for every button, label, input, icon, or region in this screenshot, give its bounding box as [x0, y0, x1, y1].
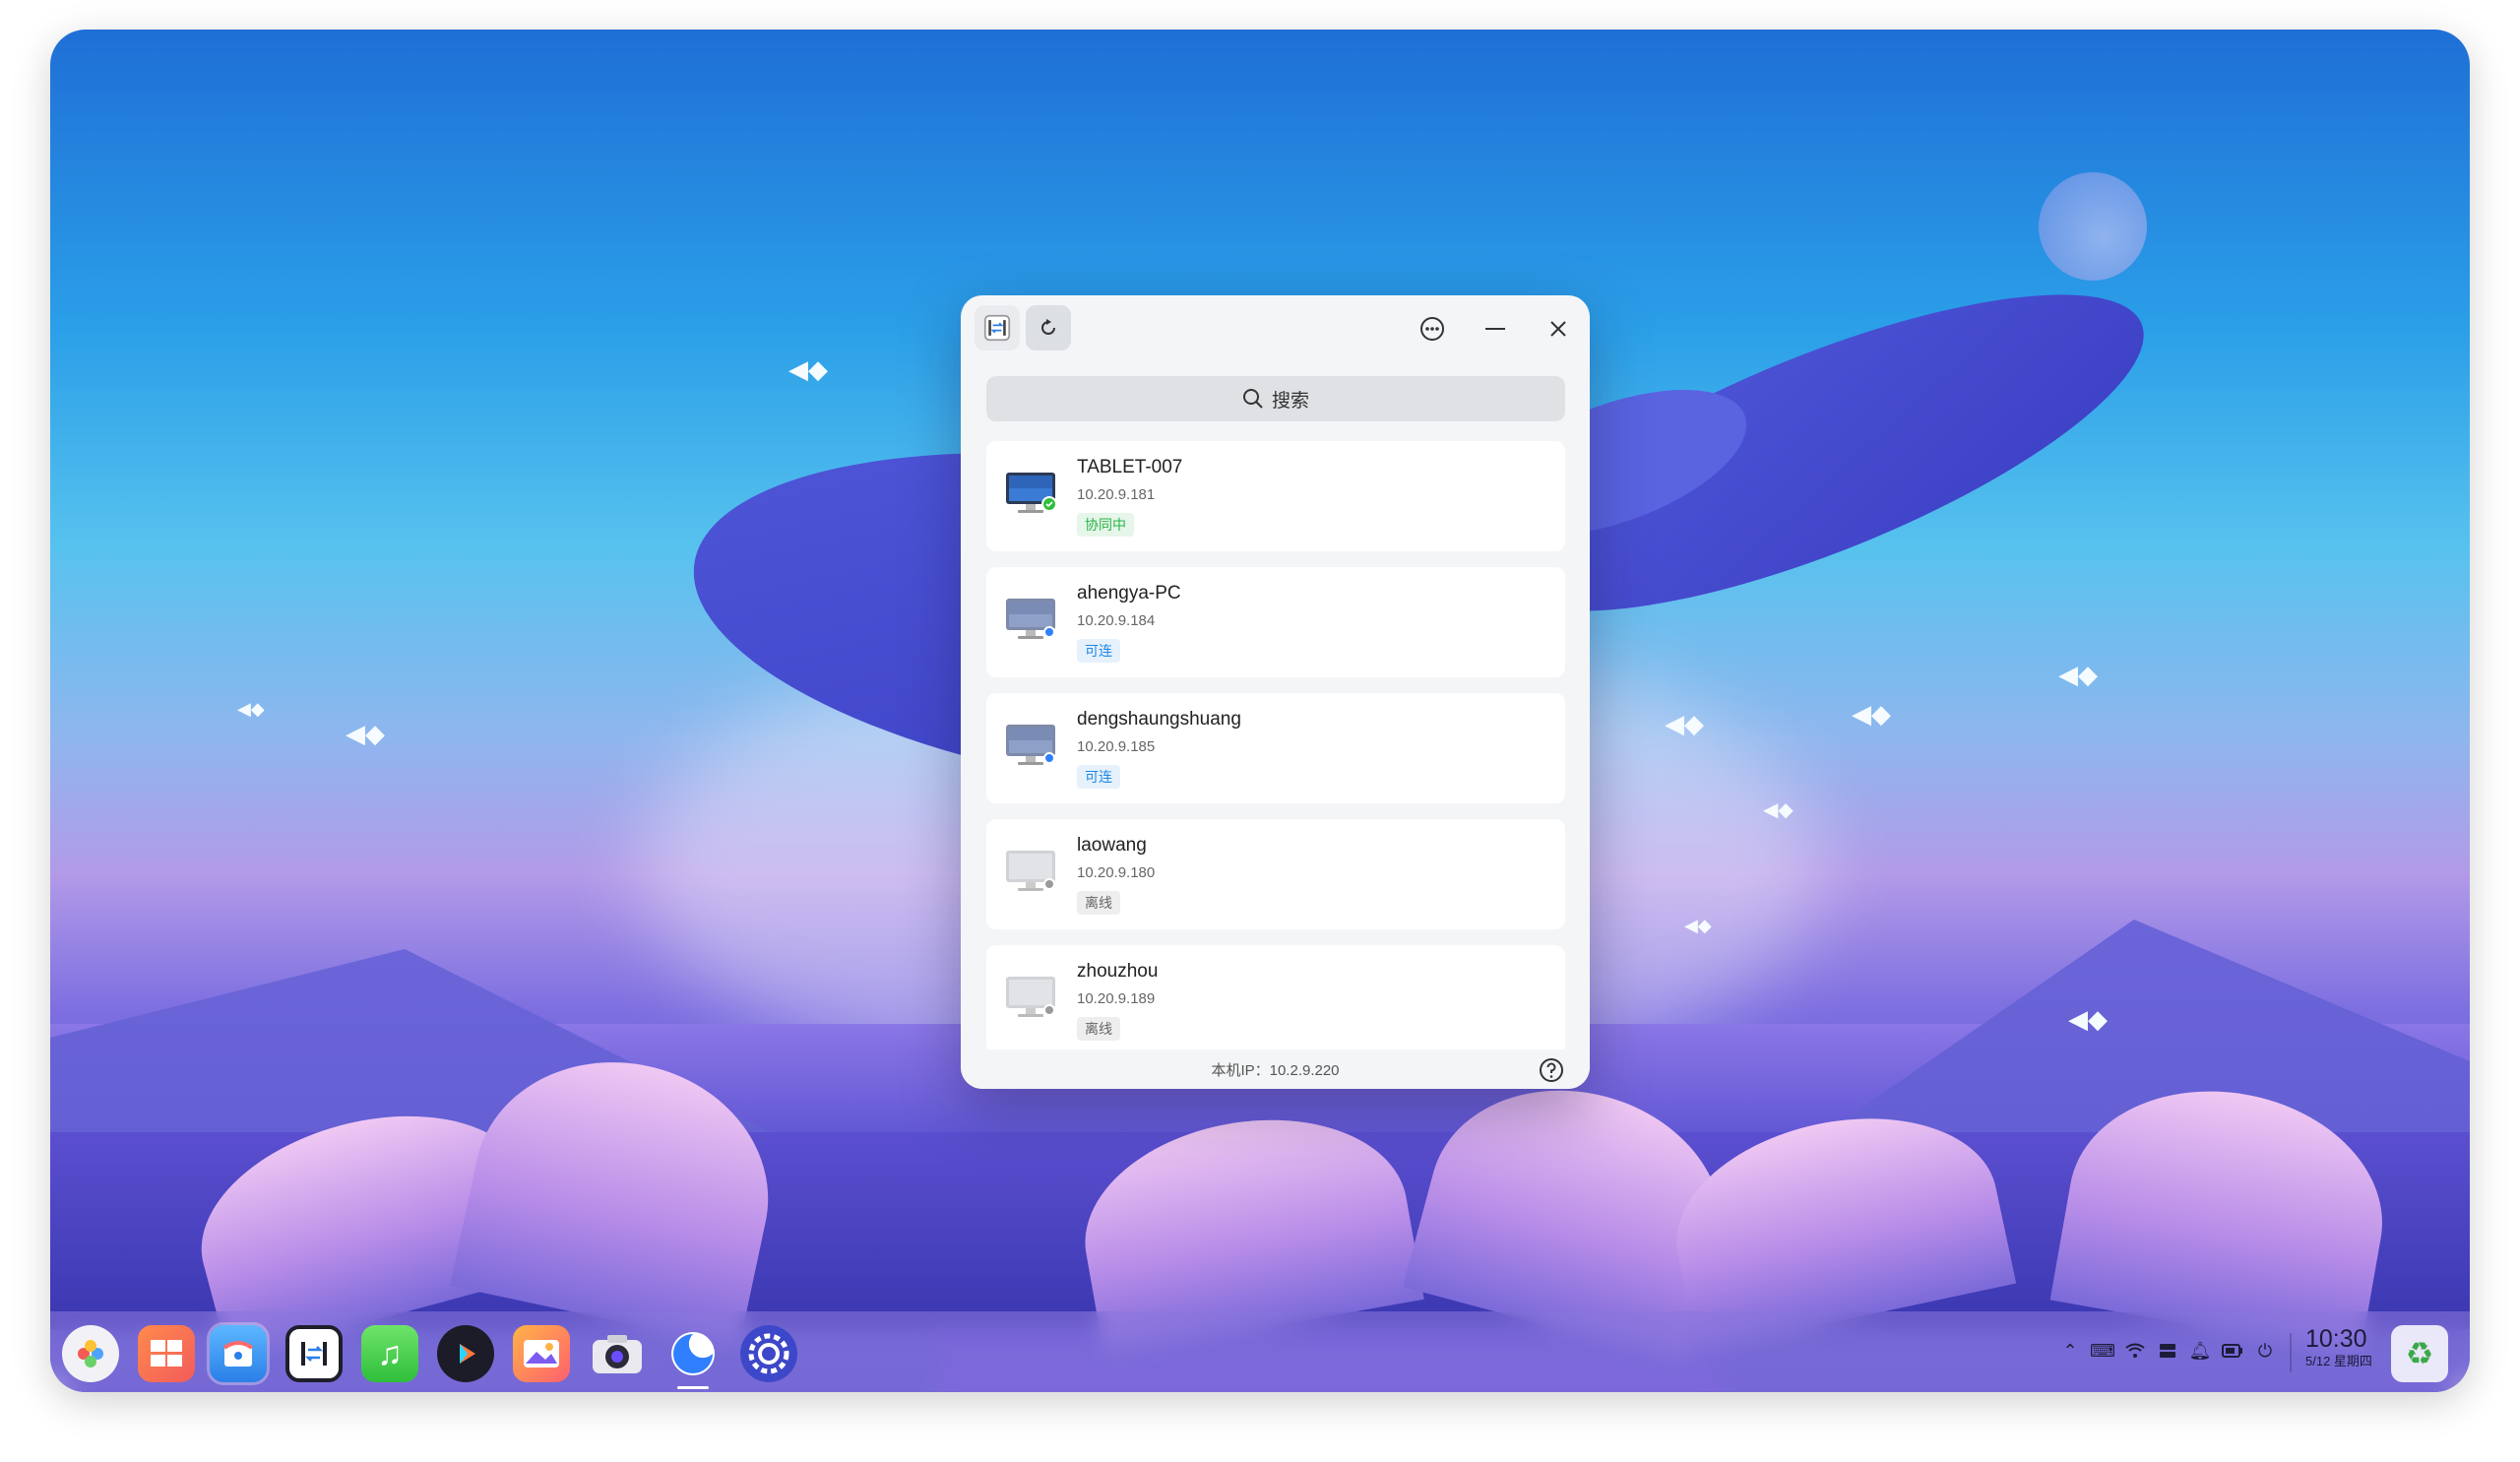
fish-decoration: ◀◆: [346, 719, 385, 748]
computer-icon: [1006, 725, 1055, 765]
storage-icon[interactable]: [2156, 1339, 2179, 1363]
wifi-icon[interactable]: [2123, 1339, 2147, 1363]
status-badge: 离线: [1077, 1017, 1120, 1041]
clock-time: 10:30: [2305, 1325, 2367, 1353]
browser-icon[interactable]: [664, 1325, 722, 1382]
status-badge: 离线: [1077, 891, 1120, 915]
more-options-button[interactable]: [1415, 311, 1450, 347]
minimize-button[interactable]: [1478, 311, 1513, 347]
device-ip: 10.20.9.184: [1077, 612, 1156, 629]
search-placeholder: 搜索: [1271, 390, 1309, 412]
device-ip: 10.20.9.189: [1077, 990, 1156, 1007]
device-list: TABLET-007 10.20.9.181 协同中 ahengya-PC 10…: [986, 441, 1565, 1071]
device-ip: 10.20.9.185: [1077, 738, 1156, 755]
keyboard-icon[interactable]: ⌨: [2090, 1339, 2115, 1363]
moon-decoration: [2039, 172, 2147, 281]
settings-icon[interactable]: [740, 1325, 797, 1382]
status-badge: 可连: [1077, 639, 1120, 663]
local-ip-label: 本机IP：10.2.9.220: [1211, 1061, 1340, 1079]
launcher-icon[interactable]: [62, 1325, 119, 1382]
window-footer: 本机IP：10.2.9.220: [961, 1049, 1590, 1089]
tray-divider: [2290, 1333, 2292, 1372]
search-icon: [1242, 389, 1263, 409]
device-name: zhouzhou: [1077, 961, 1159, 982]
computer-icon: [1006, 977, 1055, 1017]
device-name: ahengya-PC: [1077, 583, 1181, 604]
device-card[interactable]: laowang 10.20.9.180 离线: [986, 819, 1565, 929]
device-name: TABLET-007: [1077, 457, 1183, 477]
search-input[interactable]: 搜索: [986, 376, 1565, 421]
image-viewer-icon[interactable]: [513, 1325, 570, 1382]
fish-decoration: ◀◆: [1763, 799, 1794, 821]
fish-decoration: ◀◆: [788, 354, 828, 384]
fish-decoration: ◀◆: [1684, 916, 1712, 935]
battery-icon[interactable]: [2221, 1339, 2244, 1363]
close-icon: [1550, 321, 1566, 337]
collaboration-window: 搜索 TABLET-007 10.20.9.181 协同中 ahengya-PC…: [961, 295, 1590, 1089]
close-button[interactable]: [1541, 311, 1576, 347]
computer-icon: [1006, 599, 1055, 639]
video-player-icon[interactable]: [437, 1325, 494, 1382]
collaboration-icon[interactable]: [285, 1325, 343, 1382]
app-store-icon[interactable]: [207, 1322, 270, 1385]
fish-decoration: ◀◆: [237, 699, 265, 719]
multitask-icon[interactable]: [138, 1325, 195, 1382]
music-icon[interactable]: ♫: [361, 1325, 418, 1382]
device-ip: 10.20.9.180: [1077, 864, 1156, 881]
refresh-button[interactable]: [1026, 305, 1071, 350]
status-badge: 可连: [1077, 765, 1120, 789]
camera-icon[interactable]: [589, 1325, 646, 1382]
trash-icon[interactable]: ♻: [2391, 1325, 2448, 1382]
clock[interactable]: 10:30 5/12 星期四: [2305, 1325, 2372, 1370]
minimize-icon: [1485, 328, 1505, 330]
device-card[interactable]: ahengya-PC 10.20.9.184 可连: [986, 567, 1565, 677]
fish-decoration: ◀◆: [2058, 660, 2098, 689]
device-name: laowang: [1077, 835, 1147, 856]
fish-decoration: ◀◆: [1665, 709, 1704, 738]
device-card[interactable]: dengshaungshuang 10.20.9.185 可连: [986, 693, 1565, 803]
active-app-indicator: [677, 1386, 709, 1389]
app-logo-button[interactable]: [975, 305, 1020, 350]
clock-date: 5/12 星期四: [2305, 1354, 2372, 1368]
refresh-icon: [1041, 319, 1055, 335]
status-badge: 协同中: [1077, 513, 1134, 537]
taskbar: ♫ ⌃ ⌨ 🔔︎ ⏻ 10:30 5/12 星期四 ♻: [50, 1311, 2470, 1392]
device-card[interactable]: zhouzhou 10.20.9.189 离线: [986, 945, 1565, 1055]
fish-decoration: ◀◆: [2068, 1004, 2108, 1034]
computer-icon: [1006, 473, 1057, 513]
bell-icon[interactable]: 🔔︎: [2188, 1339, 2212, 1363]
power-icon[interactable]: ⏻: [2253, 1339, 2277, 1363]
device-name: dengshaungshuang: [1077, 709, 1241, 730]
more-icon: [1420, 317, 1444, 341]
device-card[interactable]: TABLET-007 10.20.9.181 协同中: [986, 441, 1565, 551]
fish-decoration: ◀◆: [1852, 699, 1891, 729]
chevron-up-icon[interactable]: ⌃: [2058, 1339, 2082, 1363]
device-ip: 10.20.9.181: [1077, 486, 1156, 503]
help-icon[interactable]: [1539, 1057, 1564, 1083]
computer-icon: [1006, 851, 1055, 891]
